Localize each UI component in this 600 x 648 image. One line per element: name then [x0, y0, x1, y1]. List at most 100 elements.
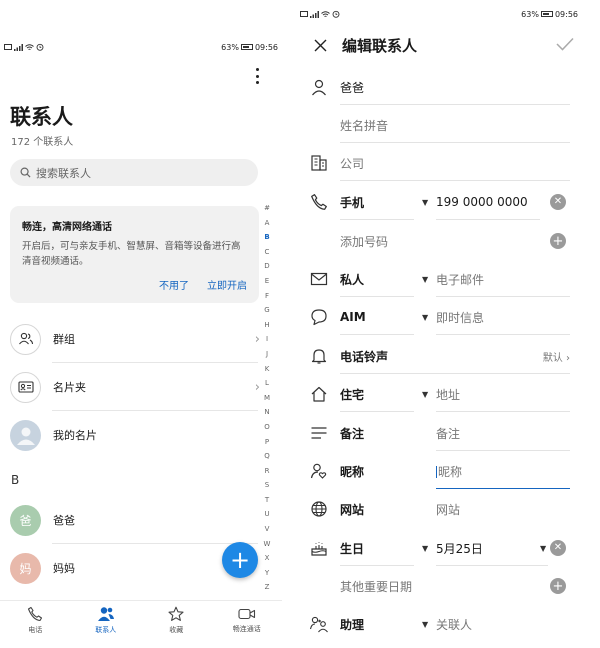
company-field[interactable]: 公司	[296, 151, 600, 181]
phone-type-dropdown-icon[interactable]: ▼	[422, 198, 428, 207]
alphabet-letter[interactable]: U	[264, 507, 269, 522]
alphabet-letter[interactable]: H	[264, 318, 269, 333]
assistant-field[interactable]: 助理 ▼ 关联人	[296, 612, 600, 636]
website-field[interactable]: 网站 网站	[296, 497, 600, 521]
alphabet-letter[interactable]: T	[265, 493, 269, 508]
alphabet-letter[interactable]: A	[265, 216, 270, 231]
promo-enable-button[interactable]: 立即开启	[207, 277, 247, 292]
chevron-right-icon: ›	[254, 331, 260, 347]
address-type-dropdown-icon[interactable]: ▼	[422, 390, 428, 399]
status-bar: 63% 09:56	[296, 7, 600, 21]
phone-icon	[308, 191, 330, 213]
alphabet-letter[interactable]: Z	[265, 580, 270, 595]
assistant-type-label[interactable]: 助理	[340, 616, 364, 633]
search-input[interactable]: 搜索联系人	[10, 159, 258, 186]
confirm-check-icon[interactable]	[556, 36, 574, 55]
alphabet-letter[interactable]: P	[265, 435, 269, 450]
nav-meetime[interactable]: 畅连通话	[212, 601, 283, 640]
alphabet-letter[interactable]: E	[265, 274, 269, 289]
ringtone-row[interactable]: 电话铃声 默认 ›	[296, 344, 600, 374]
alphabet-letter[interactable]: N	[264, 405, 269, 420]
email-type-dropdown-icon[interactable]: ▼	[422, 275, 428, 284]
birthday-value[interactable]: 5月25日	[436, 540, 483, 557]
contact-avatar: 爸	[10, 504, 41, 536]
clear-phone-icon[interactable]: ✕	[550, 194, 566, 210]
groups-row[interactable]: 群组 ›	[10, 322, 260, 356]
add-number-row[interactable]: 添加号码 +	[296, 229, 600, 253]
note-placeholder[interactable]: 备注	[436, 425, 460, 442]
divider	[52, 543, 258, 544]
company-placeholder: 公司	[340, 156, 365, 171]
email-field[interactable]: 私人 ▼ 电子邮件	[296, 267, 600, 297]
alphabet-letter[interactable]: #	[264, 201, 270, 216]
assistant-type-dropdown-icon[interactable]: ▼	[422, 620, 428, 629]
website-placeholder[interactable]: 网站	[436, 501, 460, 518]
alphabet-letter[interactable]: M	[264, 391, 270, 406]
birthday-type-label[interactable]: 生日	[340, 540, 364, 557]
ringtone-value[interactable]: 默认 ›	[543, 349, 570, 364]
email-icon	[308, 268, 330, 290]
im-field[interactable]: AIM ▼ 即时信息	[296, 305, 600, 335]
status-icons-left	[300, 10, 340, 18]
alphabet-letter[interactable]: S	[265, 478, 269, 493]
alphabet-letter[interactable]: J	[266, 347, 268, 362]
other-dates-row[interactable]: 其他重要日期 +	[296, 574, 600, 598]
alphabet-letter[interactable]: B	[264, 230, 269, 245]
more-options-icon[interactable]	[252, 66, 262, 86]
alphabet-letter[interactable]: O	[264, 420, 270, 435]
alphabet-letter[interactable]: I	[266, 332, 268, 347]
close-icon[interactable]	[310, 39, 330, 52]
name-field[interactable]: 爸爸	[296, 75, 600, 105]
im-type-dropdown-icon[interactable]: ▼	[422, 313, 428, 322]
add-date-icon[interactable]: +	[550, 578, 566, 594]
promo-dismiss-button[interactable]: 不用了	[159, 277, 189, 292]
birthday-type-dropdown-icon[interactable]: ▼	[422, 544, 428, 553]
birthday-field[interactable]: 生日 ▼ 5月25日 ▼ ✕	[296, 536, 600, 566]
person-icon	[308, 76, 330, 98]
phone-number-value[interactable]: 199 0000 0000	[436, 195, 528, 209]
alarm-icon	[36, 43, 44, 51]
address-type-label[interactable]: 住宅	[340, 386, 364, 403]
email-type-label[interactable]: 私人	[340, 271, 364, 288]
phonetic-name-field[interactable]: 姓名拼音	[296, 113, 600, 143]
business-card-icon	[10, 371, 41, 403]
alphabet-letter[interactable]: D	[264, 259, 269, 274]
nickname-field[interactable]: 昵称 昵称	[296, 459, 600, 489]
alphabet-letter[interactable]: Q	[264, 449, 270, 464]
phone-type-label[interactable]: 手机	[340, 194, 364, 211]
add-contact-button[interactable]: +	[222, 542, 258, 578]
business-cards-row[interactable]: 名片夹 ›	[10, 370, 260, 404]
contact-row[interactable]: 爸 爸爸	[10, 503, 260, 537]
nav-favorites[interactable]: 收藏	[141, 601, 212, 640]
nav-contacts[interactable]: 联系人	[71, 601, 142, 640]
clear-birthday-icon[interactable]: ✕	[550, 540, 566, 556]
im-type-label[interactable]: AIM	[340, 310, 366, 324]
nav-phone[interactable]: 电话	[0, 601, 71, 640]
email-placeholder[interactable]: 电子邮件	[436, 271, 484, 288]
address-placeholder[interactable]: 地址	[436, 386, 460, 403]
clock: 09:56	[554, 9, 578, 19]
alphabet-letter[interactable]: R	[265, 464, 270, 479]
alphabet-letter[interactable]: W	[264, 537, 271, 552]
birthday-dropdown-icon[interactable]: ▼	[540, 544, 546, 553]
add-number-icon[interactable]: +	[550, 233, 566, 249]
nickname-input[interactable]: 昵称	[436, 463, 462, 480]
alphabet-index[interactable]: # A B C D E F G H I J K L M N O P Q R S T U V W X Y Z	[261, 201, 273, 595]
contact-avatar: 妈	[10, 552, 41, 584]
alphabet-letter[interactable]: Y	[265, 566, 269, 581]
alphabet-letter[interactable]: G	[264, 303, 269, 318]
address-field[interactable]: 住宅 ▼ 地址	[296, 382, 600, 412]
my-card-row[interactable]: 我的名片	[10, 418, 260, 452]
alphabet-letter[interactable]: V	[265, 522, 270, 537]
assistant-placeholder[interactable]: 关联人	[436, 616, 472, 633]
im-placeholder[interactable]: 即时信息	[436, 309, 484, 326]
groups-icon	[10, 323, 41, 355]
note-field[interactable]: 备注 备注	[296, 421, 600, 451]
phone-field[interactable]: 手机 ▼ 199 0000 0000 ✕	[296, 190, 600, 220]
clock: 09:56	[254, 42, 278, 52]
alphabet-letter[interactable]: K	[265, 362, 270, 377]
alphabet-letter[interactable]: L	[265, 376, 269, 391]
alphabet-letter[interactable]: X	[265, 551, 270, 566]
alphabet-letter[interactable]: F	[265, 289, 269, 304]
alphabet-letter[interactable]: C	[265, 245, 270, 260]
